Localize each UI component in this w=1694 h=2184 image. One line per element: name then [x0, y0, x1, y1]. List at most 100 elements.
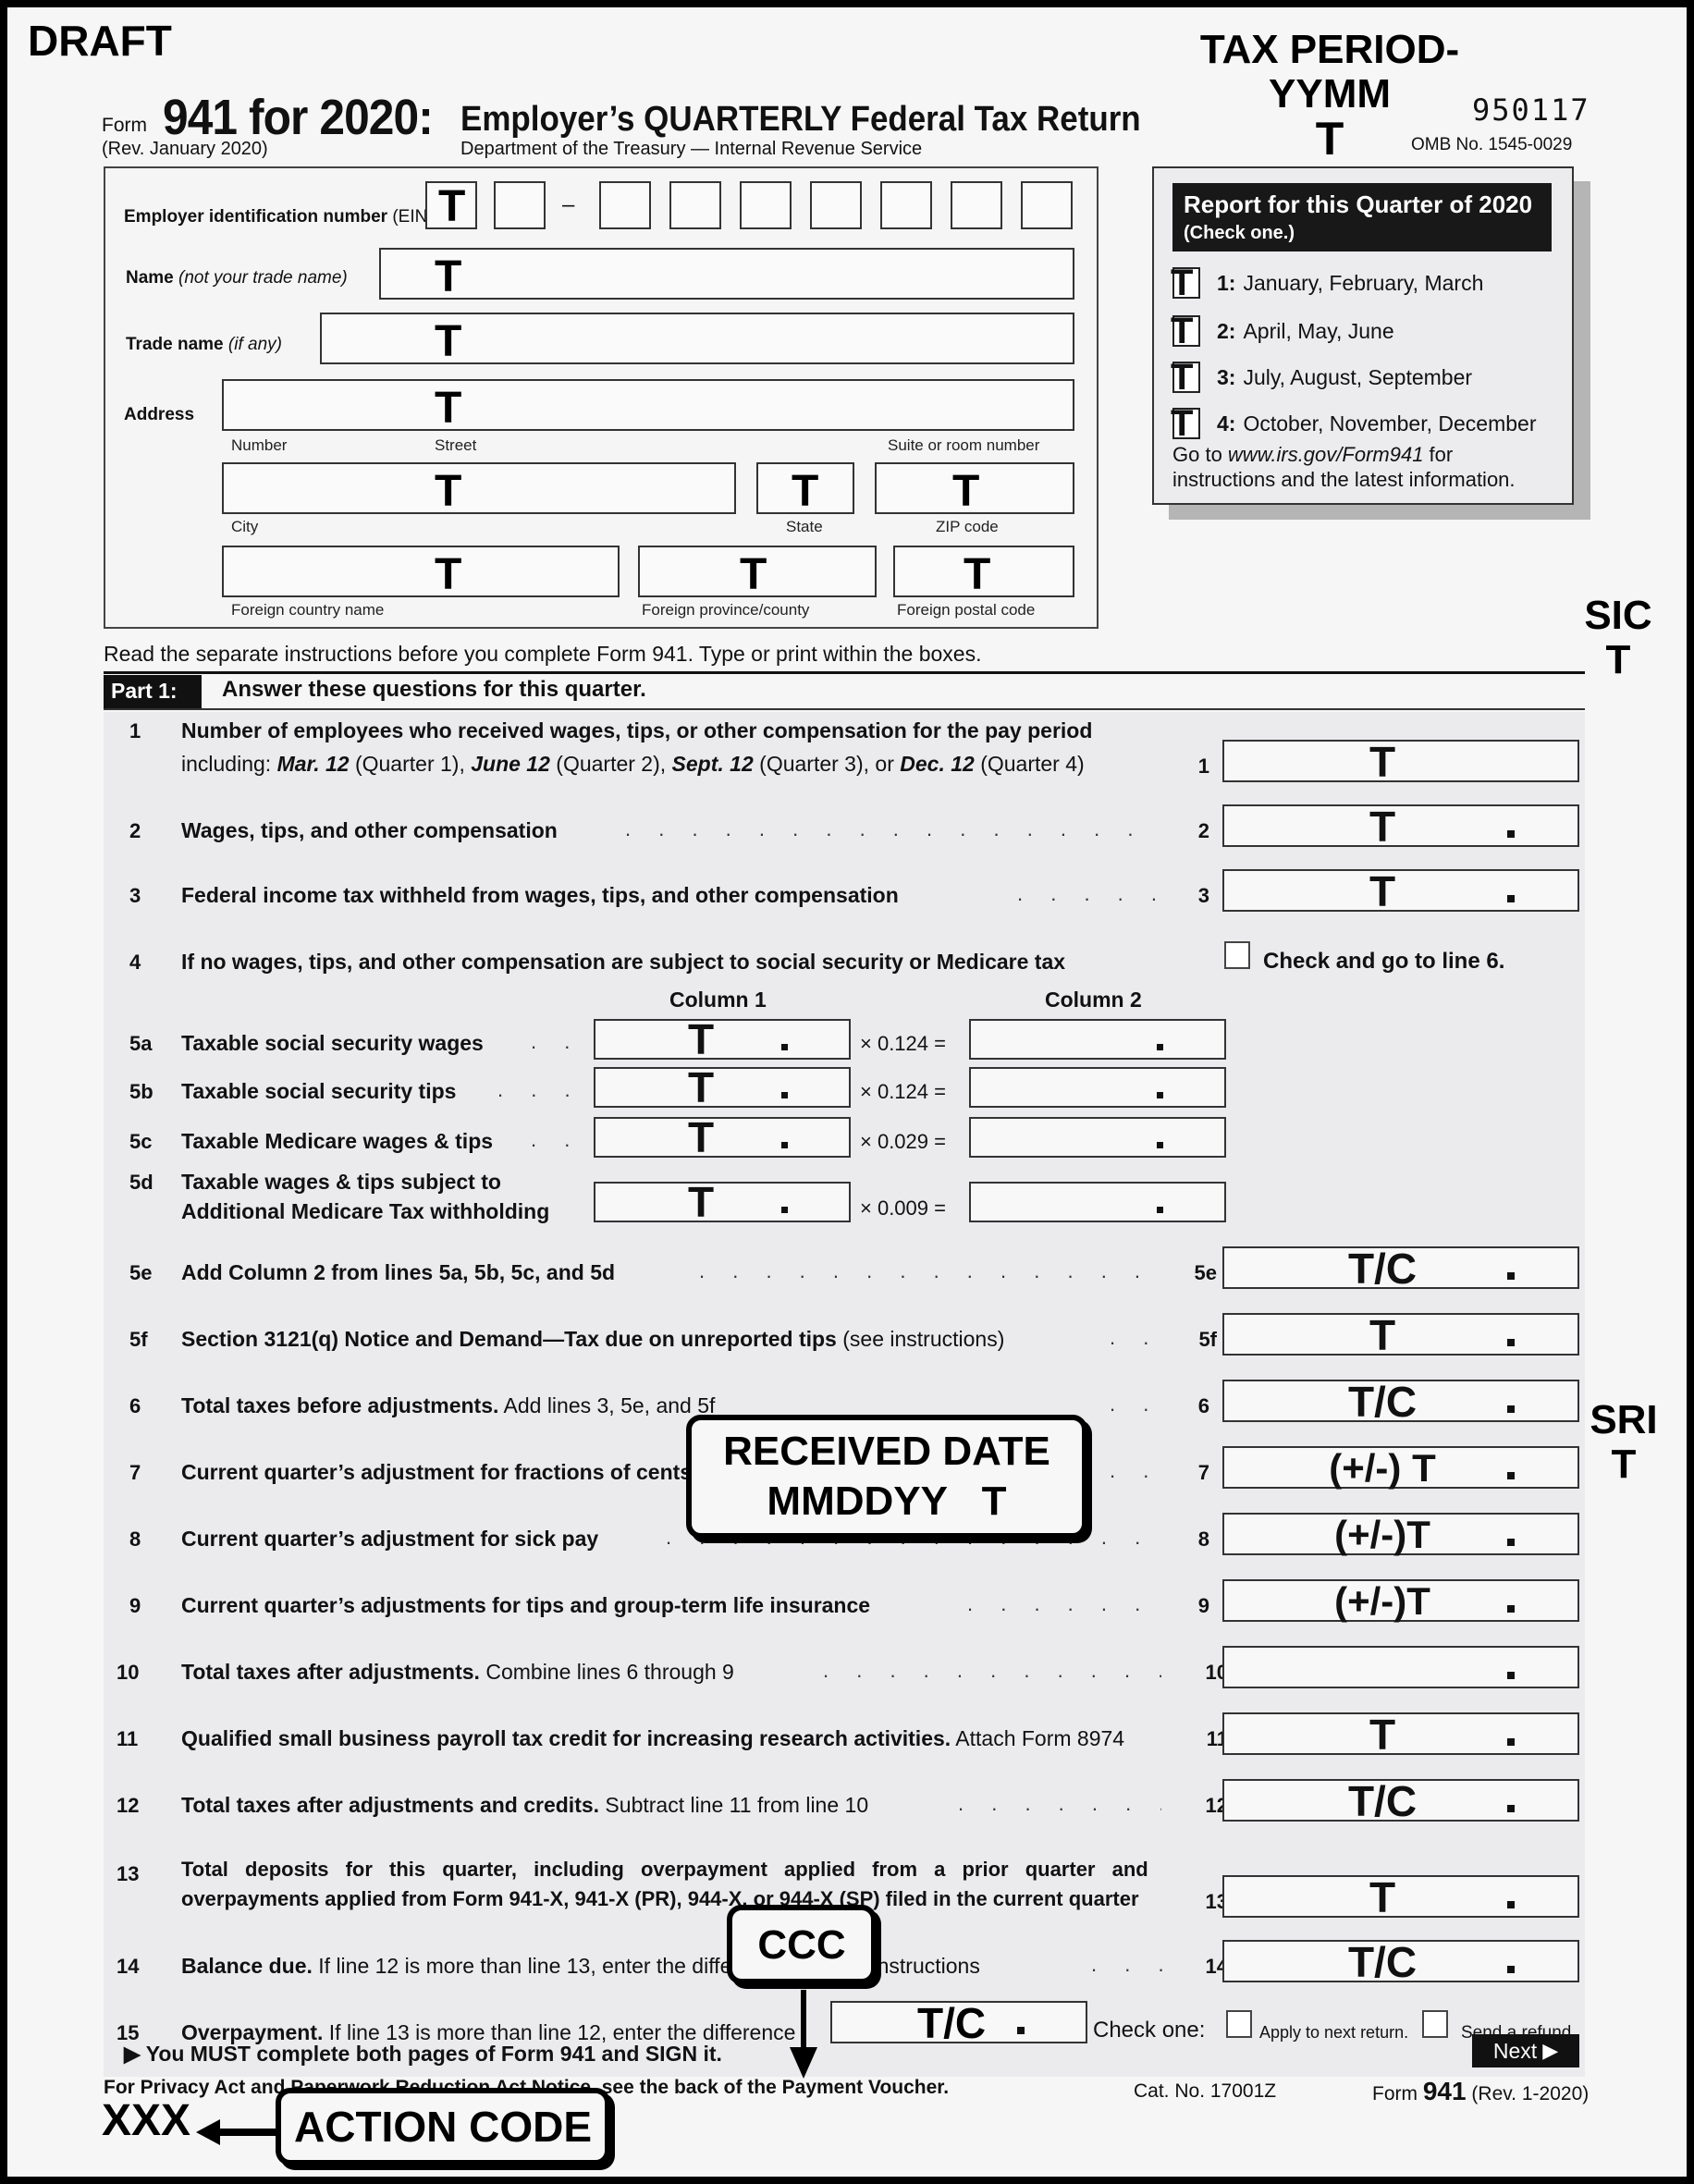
line-7-input[interactable]: (+/-) T — [1222, 1446, 1579, 1490]
must-sign-notice: ▶ You MUST complete both pages of Form 9… — [124, 2042, 722, 2067]
tax-period-label-2: YYMM — [1269, 71, 1391, 117]
line-11-mark: T — [1369, 1711, 1396, 1759]
line-5f-input[interactable]: T — [1222, 1313, 1579, 1357]
ein-digit-box[interactable] — [740, 181, 792, 229]
quarter-option-3[interactable]: T 3: July, August, September — [1171, 359, 1472, 396]
line-15-input[interactable]: T/C — [830, 2001, 1087, 2045]
sri-annotation: SRI T — [1577, 1398, 1670, 1487]
form-footer-id: Form 941 (Rev. 1-2020) — [1372, 2077, 1589, 2106]
ein-digit-box[interactable] — [951, 181, 1002, 229]
line-13-number: 13 — [117, 1862, 140, 1885]
quarter-2-checkbox[interactable]: T — [1171, 313, 1200, 350]
quarter-box-footer: Go to www.irs.gov/Form941 for instructio… — [1172, 442, 1516, 492]
quarter-1-label: January, February, March — [1243, 270, 1484, 295]
zip-input[interactable]: T — [875, 462, 1074, 514]
part1-rule — [104, 671, 1585, 674]
quarter-4-checkbox[interactable]: T — [1171, 403, 1200, 444]
send-refund-checkbox[interactable] — [1422, 2010, 1448, 2038]
ein-digit-box[interactable] — [599, 181, 651, 229]
line-11-input[interactable]: T — [1222, 1711, 1579, 1759]
line-2-leader-dots: . . . . . . . . . . . . . . . . . . — [625, 817, 1161, 840]
line-2-input[interactable]: T — [1222, 804, 1579, 849]
ein-digit-box[interactable] — [810, 181, 862, 229]
line-8-input[interactable]: (+/-)T — [1222, 1513, 1579, 1556]
quarter-4-mark: T — [1171, 403, 1194, 444]
line-5a-text: Taxable social security wages — [181, 1031, 484, 1055]
line-5a-column-2-input[interactable] — [969, 1019, 1226, 1060]
state-input[interactable]: T — [756, 462, 854, 514]
quarter-1-checkbox[interactable]: T — [1171, 264, 1200, 301]
ein-label: Employer identification number (EIN) — [124, 207, 434, 227]
line-9-text: Current quarter’s adjustments for tips a… — [181, 1593, 871, 1617]
line-12-input[interactable]: T/C — [1222, 1779, 1579, 1823]
line-11-text: Qualified small business payroll tax cre… — [181, 1726, 1125, 1750]
footer-line2: instructions and the latest information. — [1172, 468, 1516, 491]
line-5c-column-1-input[interactable]: T — [594, 1115, 851, 1159]
decimal-point — [1157, 1142, 1163, 1148]
line-8-ref: 8 — [1197, 1528, 1209, 1551]
irs-link[interactable]: www.irs.gov/Form941 — [1228, 443, 1424, 466]
tax-period-label-1: TAX PERIOD- — [1199, 27, 1460, 72]
foreign-province-input[interactable]: T — [638, 546, 877, 597]
line-11-number: 11 — [117, 1727, 139, 1750]
quarter-3-checkbox[interactable]: T — [1171, 359, 1200, 396]
foreign-postal-input[interactable]: T — [893, 546, 1074, 597]
line-5d-column-1-input[interactable]: T — [594, 1178, 851, 1226]
line-3-ref: 3 — [1197, 884, 1209, 907]
column-1-header: Column 1 — [669, 988, 767, 1012]
foreign-province-mark: T — [740, 550, 767, 599]
ccc-callout: CCC — [727, 1905, 877, 1984]
line-5d-number: 5d — [129, 1171, 153, 1194]
line-5d-mark: T — [688, 1178, 715, 1226]
line-5a-column-1-input[interactable]: T — [594, 1017, 851, 1061]
line-4-checkbox[interactable] — [1224, 941, 1250, 969]
street-address-input[interactable]: T — [222, 379, 1074, 431]
line-5b-column-2-input[interactable] — [969, 1067, 1226, 1108]
ein-digit-box[interactable] — [669, 181, 721, 229]
line-5f-ref: 5f — [1198, 1328, 1217, 1351]
line-13-input[interactable]: T — [1222, 1875, 1579, 1920]
ein-digit-box[interactable]: T — [425, 181, 477, 229]
ein-digit-box[interactable] — [1021, 181, 1073, 229]
foreign-country-input[interactable]: T — [222, 546, 620, 597]
line-12-text: Total taxes after adjustments and credit… — [181, 1793, 869, 1817]
quarter-option-1[interactable]: T 1: January, February, March — [1171, 264, 1484, 301]
line-5b-column-1-input[interactable]: T — [594, 1065, 851, 1110]
action-code-value: XXX — [102, 2096, 191, 2145]
foreign-postal-sublabel: Foreign postal code — [897, 601, 1036, 619]
line-5d-column-2-input[interactable] — [969, 1182, 1226, 1222]
quarter-4-num: 4: — [1217, 411, 1236, 436]
form-word: Form — [102, 115, 147, 136]
line-3-input[interactable]: T — [1222, 869, 1579, 914]
city-input[interactable]: T — [222, 462, 736, 514]
line-10-input[interactable] — [1222, 1646, 1579, 1688]
ein-digit-box[interactable] — [880, 181, 932, 229]
entity-info-box: Employer identification number (EIN) T –… — [104, 166, 1099, 629]
decimal-point — [1507, 1966, 1515, 1973]
ein-separator: – — [562, 192, 575, 217]
line-1-input[interactable]: T — [1222, 740, 1579, 784]
decimal-point — [1507, 1272, 1515, 1280]
line-6-input[interactable]: T/C — [1222, 1380, 1579, 1424]
line-9-input[interactable]: (+/-)T — [1222, 1579, 1579, 1623]
line-14-input[interactable]: T/C — [1222, 1940, 1579, 1984]
line-3-number: 3 — [129, 884, 141, 907]
line-5c-number: 5c — [129, 1130, 153, 1153]
apply-next-return-checkbox[interactable] — [1226, 2010, 1252, 2038]
city-mark: T — [435, 467, 462, 516]
next-button[interactable]: Next ▶ — [1472, 2034, 1579, 2067]
quarter-option-4[interactable]: T 4: October, November, December — [1171, 403, 1536, 444]
trade-name-mark: T — [435, 317, 462, 366]
decimal-point — [1157, 1092, 1163, 1098]
ein-digit-box[interactable] — [494, 181, 546, 229]
decimal-point — [1157, 1207, 1163, 1213]
decimal-point — [1157, 1044, 1163, 1050]
name-input[interactable]: T — [379, 248, 1074, 300]
line-2-text: Wages, tips, and other compensation — [181, 818, 558, 842]
line-5c-column-2-input[interactable] — [969, 1117, 1226, 1158]
decimal-point — [1507, 1472, 1515, 1479]
quarter-option-2[interactable]: T 2: April, May, June — [1171, 313, 1394, 350]
line-5e-input[interactable]: T/C — [1222, 1246, 1579, 1291]
trade-name-input[interactable]: T — [320, 313, 1074, 364]
line-7-text: Current quarter’s adjustment for fractio… — [181, 1460, 693, 1484]
